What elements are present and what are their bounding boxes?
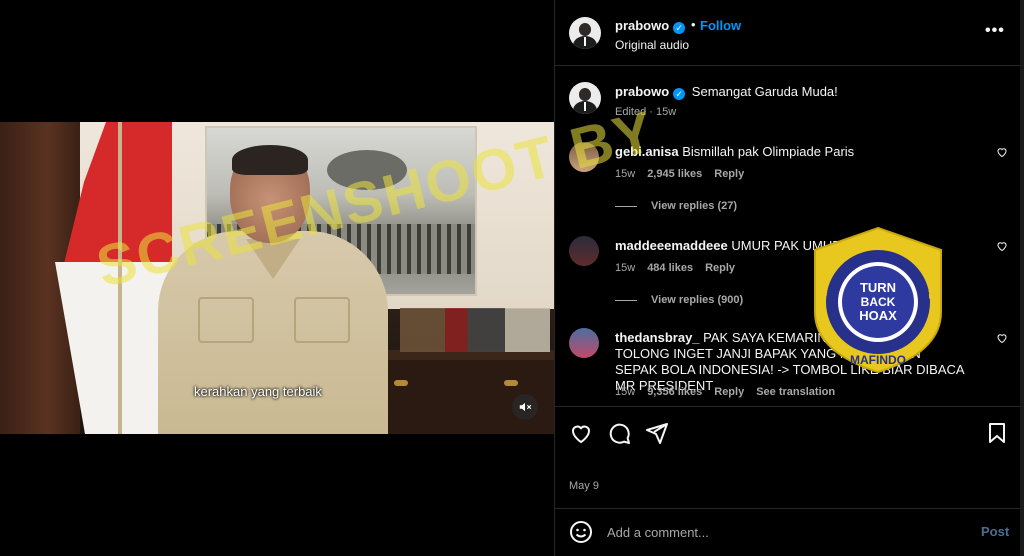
heart-icon[interactable] (996, 240, 1008, 252)
avatar[interactable] (569, 142, 599, 172)
comment-username[interactable]: gebi.anisa (615, 144, 679, 159)
comment-likes[interactable]: 9,356 likes (647, 386, 702, 398)
comment-age: 15w (615, 168, 636, 180)
post-header: prabowo ✓ • Follow Original audio ••• (555, 0, 1021, 66)
view-replies-label[interactable]: View replies (27) (651, 200, 737, 212)
comment-meta: 15w 2,945 likes Reply (615, 168, 744, 180)
share-icon[interactable] (645, 421, 669, 445)
view-replies-label[interactable]: View replies (900) (651, 294, 743, 306)
badge-line-2: BACK (861, 295, 896, 309)
heart-icon[interactable] (996, 146, 1008, 158)
comment-username[interactable]: maddeeemaddeee (615, 238, 728, 253)
avatar[interactable] (569, 328, 599, 358)
reply-button[interactable]: Reply (714, 386, 744, 398)
heart-icon[interactable] (996, 332, 1008, 344)
comments-list[interactable]: prabowo ✓ Semangat Garuda Muda! Edited · … (555, 66, 1021, 406)
post-actions-bar (555, 406, 1021, 458)
video-subtitle: kerahkan yang terbaik (194, 384, 322, 399)
more-horizontal-icon[interactable]: ••• (985, 22, 1005, 40)
post-comment-button[interactable]: Post (981, 524, 1009, 539)
comment-meta: 15w 9,356 likes Reply See translation (615, 386, 835, 398)
view-replies-button[interactable]: View replies (900) (615, 294, 743, 306)
caption-body: Semangat Garuda Muda! (691, 84, 838, 99)
mute-button[interactable] (512, 394, 538, 420)
comment-icon[interactable] (607, 421, 631, 445)
post-date[interactable]: May 9 (569, 480, 599, 492)
comment-likes[interactable]: 2,945 likes (647, 168, 702, 180)
view-replies-button[interactable]: View replies (27) (615, 200, 737, 212)
post-side-panel: prabowo ✓ • Follow Original audio ••• pra… (554, 0, 1021, 556)
comment-age: 15w (615, 262, 636, 274)
comment-likes[interactable]: 484 likes (647, 262, 693, 274)
avatar[interactable] (569, 17, 601, 49)
comment-body: Bismillah pak Olimpiade Paris (682, 144, 855, 159)
avatar[interactable] (569, 236, 599, 266)
comment-input[interactable] (607, 521, 947, 543)
badge-bottom-text: MAFINDO (850, 353, 906, 367)
username-text[interactable]: prabowo (615, 18, 669, 33)
add-comment-bar: Post (555, 508, 1021, 556)
comment-text: gebi.anisa Bismillah pak Olimpiade Paris (615, 144, 965, 160)
window-edge (1020, 0, 1024, 556)
caption-text: prabowo ✓ Semangat Garuda Muda! (615, 84, 838, 100)
badge-line-3: HOAX (859, 308, 897, 323)
video-pane: kerahkan yang terbaik (0, 0, 554, 556)
caption-username[interactable]: prabowo (615, 84, 669, 99)
reply-button[interactable]: Reply (714, 168, 744, 180)
verified-badge-icon: ✓ (673, 22, 686, 34)
heart-icon[interactable] (569, 421, 593, 445)
emoji-icon[interactable] (569, 520, 593, 544)
speaker-muted-icon (519, 402, 532, 412)
reply-button[interactable]: Reply (705, 262, 735, 274)
comment-meta: 15w 484 likes Reply (615, 262, 735, 274)
comment-username[interactable]: thedansbray_ (615, 330, 700, 345)
follow-button[interactable]: Follow (700, 18, 741, 33)
original-audio-link[interactable]: Original audio (615, 38, 689, 52)
desk-items (400, 308, 550, 352)
see-translation-button[interactable]: See translation (756, 386, 835, 398)
post-username[interactable]: prabowo ✓ (615, 18, 686, 34)
comment-age: 15w (615, 386, 636, 398)
verified-badge-icon: ✓ (673, 88, 686, 100)
separator-dot: • (691, 17, 696, 32)
badge-line-1: TURN (860, 280, 896, 295)
caption-meta: Edited · 15w (615, 106, 677, 118)
bookmark-icon[interactable] (985, 421, 1009, 445)
avatar[interactable] (569, 82, 601, 114)
turnbackhoax-badge-logo: MASYARAKAT ANTI FITNAH INDONESIA TURN BA… (807, 224, 942, 374)
flag-pole (118, 122, 122, 434)
